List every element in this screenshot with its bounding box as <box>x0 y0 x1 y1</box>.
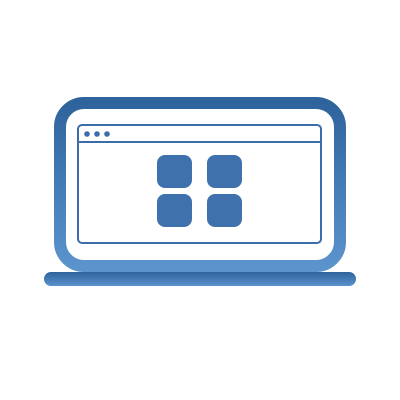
app-tile-icon <box>157 194 192 227</box>
icon-canvas <box>0 0 400 400</box>
app-tile-icon <box>207 194 242 227</box>
app-tile-icon <box>207 155 242 188</box>
window-dot-icon <box>94 131 100 137</box>
window-dot-icon <box>104 131 110 137</box>
window-dot-icon <box>84 131 90 137</box>
app-tile-icon <box>157 155 192 188</box>
laptop-base <box>44 272 356 286</box>
laptop-app-grid-icon <box>44 97 356 286</box>
